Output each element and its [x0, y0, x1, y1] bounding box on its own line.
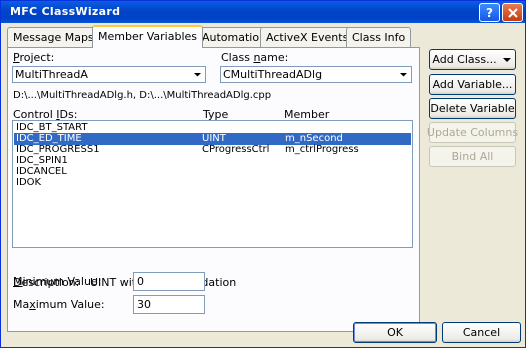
question-mark-icon: ? [486, 5, 493, 20]
close-button[interactable] [502, 3, 523, 22]
table-row[interactable]: IDOK [14, 177, 411, 189]
minimum-value: 0 [137, 275, 144, 288]
add-class-label: Add Class... [432, 53, 497, 66]
maximum-value: 30 [137, 298, 151, 311]
class-name-combo[interactable]: CMultiThreadADlg [220, 66, 412, 83]
chevron-down-icon[interactable] [191, 68, 204, 81]
help-button[interactable]: ? [479, 3, 500, 22]
dropdown-arrow-icon [502, 57, 511, 62]
project-label: Project: [13, 51, 55, 64]
cancel-button[interactable]: Cancel [442, 322, 521, 343]
control-ids-list[interactable]: IDC_BT_START IDC_ED_TIME UINT m_nSecond … [12, 120, 413, 248]
update-columns-button[interactable]: Update Columns [427, 122, 518, 143]
title-bar[interactable]: MFC ClassWizard ? [1, 1, 525, 23]
file-path-text: D:\...\MultiThreadADlg.h, D:\...\MultiTh… [13, 90, 272, 101]
add-class-button[interactable]: Add Class... [429, 49, 516, 70]
member-variables-panel: Project: MultiThreadA Class name: CMulti… [7, 47, 420, 332]
control-id-cell: IDOK [16, 177, 42, 188]
tab-message-maps[interactable]: Message Maps [7, 27, 100, 47]
project-value: MultiThreadA [15, 68, 88, 81]
class-name-label: Class name: [221, 51, 289, 64]
ok-button[interactable]: OK [353, 322, 437, 343]
dialog-client: Message Maps Automation ActiveX Events C… [1, 23, 525, 347]
classwizard-window: MFC ClassWizard ? Message Maps Automatio… [0, 0, 526, 348]
project-combo[interactable]: MultiThreadA [12, 66, 206, 83]
maximum-value-input[interactable]: 30 [133, 295, 205, 314]
maximum-value-label: Maximum Value: [13, 298, 105, 311]
chevron-down-icon[interactable] [397, 68, 410, 81]
tab-class-info[interactable]: Class Info [346, 27, 412, 47]
close-icon [507, 7, 518, 18]
window-title: MFC ClassWizard [10, 5, 121, 18]
tab-member-variables[interactable]: Member Variables [92, 25, 204, 48]
add-variable-button[interactable]: Add Variable... [429, 74, 516, 95]
minimum-value-input[interactable]: 0 [133, 272, 205, 291]
minimum-value-label: Minimum Value: [13, 275, 102, 288]
class-name-value: CMultiThreadADlg [223, 68, 323, 81]
tab-activex-events[interactable]: ActiveX Events [260, 27, 355, 47]
delete-variable-button[interactable]: Delete Variable [429, 98, 516, 119]
bind-all-button[interactable]: Bind All [429, 146, 516, 167]
